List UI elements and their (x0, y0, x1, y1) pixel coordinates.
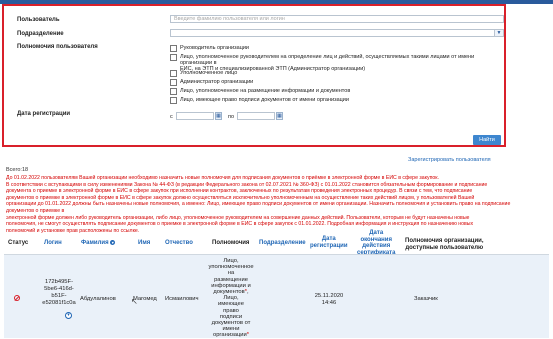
date-from-label: с (170, 114, 173, 120)
perm-line: размещение (214, 276, 248, 283)
notice-line: документа о приемке в электронной форме … (6, 188, 473, 195)
perm-line: имеющее (218, 301, 244, 308)
checkbox[interactable] (170, 97, 177, 104)
col-permissions: Полномочия (212, 240, 250, 246)
perm-line: на (227, 270, 235, 277)
perm-label: Лицо, уполномоченное руководителем на оп… (180, 54, 475, 66)
cell-reg-date: 25.11.2020 14:46 (312, 293, 346, 307)
date-to-input[interactable] (237, 112, 275, 120)
filter-panel: Пользователь Введите фамилию пользовател… (2, 4, 506, 147)
permissions-label: Полномочия пользователя (17, 44, 98, 50)
col-last-name[interactable]: Фамилия ▾ (81, 240, 116, 247)
col-org-permissions: Полномочия организации, доступные пользов… (405, 238, 484, 252)
find-button[interactable]: Найти (473, 135, 501, 145)
perm-label: Руководитель организации (180, 45, 250, 51)
notice-line: До 01.02.2022 пользователям Вашей органи… (6, 175, 439, 181)
cell-last-name: Абдулалинов (80, 296, 116, 302)
checkbox[interactable] (170, 88, 177, 95)
perm-label: Администратор организации (180, 79, 254, 85)
perm-line: Лицо, (223, 258, 239, 264)
perm-line: право (223, 307, 239, 314)
col-org-perm-l2: доступные пользователю (405, 245, 484, 251)
col-last-name-label: Фамилия (81, 240, 109, 247)
checkbox[interactable] (170, 79, 177, 86)
signing-notice: До 01.02.2022 пользователям Вашей органи… (6, 175, 536, 234)
login-part: b51F- (51, 293, 67, 299)
col-login[interactable]: Логин (44, 240, 62, 246)
notice-line: полномочия, не смогут осуществлять подпи… (6, 221, 474, 228)
user-search-input[interactable]: Введите фамилию пользователя или логин (170, 15, 504, 23)
col-cert-l2: окончания (360, 236, 392, 243)
perm-line: подписи (219, 313, 243, 320)
cell-permissions: Лицо, уполномоченное на размещение инфор… (208, 258, 254, 339)
perm-line: уполномоченное (208, 264, 254, 271)
col-reg-date-l2: регистрации (310, 243, 348, 249)
checkbox[interactable] (170, 54, 177, 61)
col-dept[interactable]: Подразделение (259, 240, 306, 246)
dept-label: Подразделение (17, 31, 64, 37)
col-cert-l3: действия (362, 243, 391, 249)
reg-date-label: Дата регистрации (17, 111, 71, 117)
col-first-name[interactable]: Имя (138, 240, 150, 246)
checkbox[interactable] (170, 45, 177, 52)
checkbox[interactable] (170, 70, 177, 77)
perm-checkbox-authorized[interactable]: Уполномоченное лицо (170, 70, 237, 77)
notice-line: документов о приемке в электронной форме… (6, 194, 475, 201)
perm-checkbox-publish[interactable]: Лицо, уполномоченное на размещение инфор… (170, 88, 350, 95)
perm-line: Лицо, (223, 295, 239, 302)
col-reg-date-l1: Дата (321, 236, 336, 242)
perm-label: Лицо, уполномоченное на размещение инфор… (180, 88, 351, 94)
notice-line: полномочий и установке прав расположены … (6, 227, 140, 234)
calendar-icon[interactable]: ▦ (215, 112, 222, 120)
user-label: Пользователь (17, 17, 60, 23)
reg-time-value: 14:46 (321, 300, 337, 306)
user-search-placeholder: Введите фамилию пользователя или логин (174, 16, 285, 22)
cell-patronymic: Исмаилович (165, 296, 199, 302)
col-reg-date[interactable]: Дата регистрации (310, 236, 348, 250)
login-part: 5be6-416d- (44, 286, 74, 292)
user-login-link[interactable]: 172b495F- 5be6-416d- b51F- e52081f1c0a (38, 279, 80, 307)
dept-select[interactable]: ▼ (170, 29, 504, 37)
total-count: Всего:18 (6, 167, 29, 173)
perm-line: имени (222, 326, 240, 333)
mouse-cursor-icon: ↖ (131, 297, 138, 306)
date-from-input[interactable] (176, 112, 214, 120)
blocked-status-icon (14, 295, 20, 301)
perm-line: документов от (211, 320, 251, 327)
col-org-perm-l1: Полномочия организации, (405, 238, 484, 244)
perm-line: информации и (211, 282, 251, 289)
perm-line: документов (213, 289, 245, 296)
expand-icon[interactable]: ▾ (65, 312, 72, 319)
login-part: e52081f1c0a (42, 300, 76, 306)
cell-org-permissions: Заказчик (414, 296, 438, 302)
perm-checkbox-signing[interactable]: Лицо, имеющее право подписи документов о… (170, 97, 349, 104)
notice-line: организации до 01.01.2022 должны быть на… (6, 201, 511, 214)
sort-icon[interactable]: ▾ (110, 240, 116, 245)
login-part: 172b495F- (44, 279, 74, 285)
calendar-icon[interactable]: ▦ (276, 112, 283, 120)
perm-label: Лицо, имеющее право подписи документов о… (180, 97, 349, 103)
date-to-label: по (228, 114, 235, 120)
perm-label: Уполномоченное лицо (180, 70, 238, 76)
reg-date-value: 25.11.2020 (314, 293, 344, 299)
perm-checkbox-org-admin[interactable]: Администратор организации (170, 79, 253, 86)
col-cert-end[interactable]: Дата окончания действия сертификата (357, 230, 395, 256)
required-mark: * (244, 289, 247, 296)
col-patronymic[interactable]: Отчество (165, 240, 193, 246)
perm-checkbox-head[interactable]: Руководитель организации (170, 45, 249, 52)
chevron-down-icon[interactable]: ▼ (494, 30, 503, 36)
col-status: Статус (8, 240, 29, 246)
col-cert-l1: Дата (369, 230, 384, 236)
register-user-link[interactable]: Зарегистрировать пользователя (408, 157, 491, 163)
